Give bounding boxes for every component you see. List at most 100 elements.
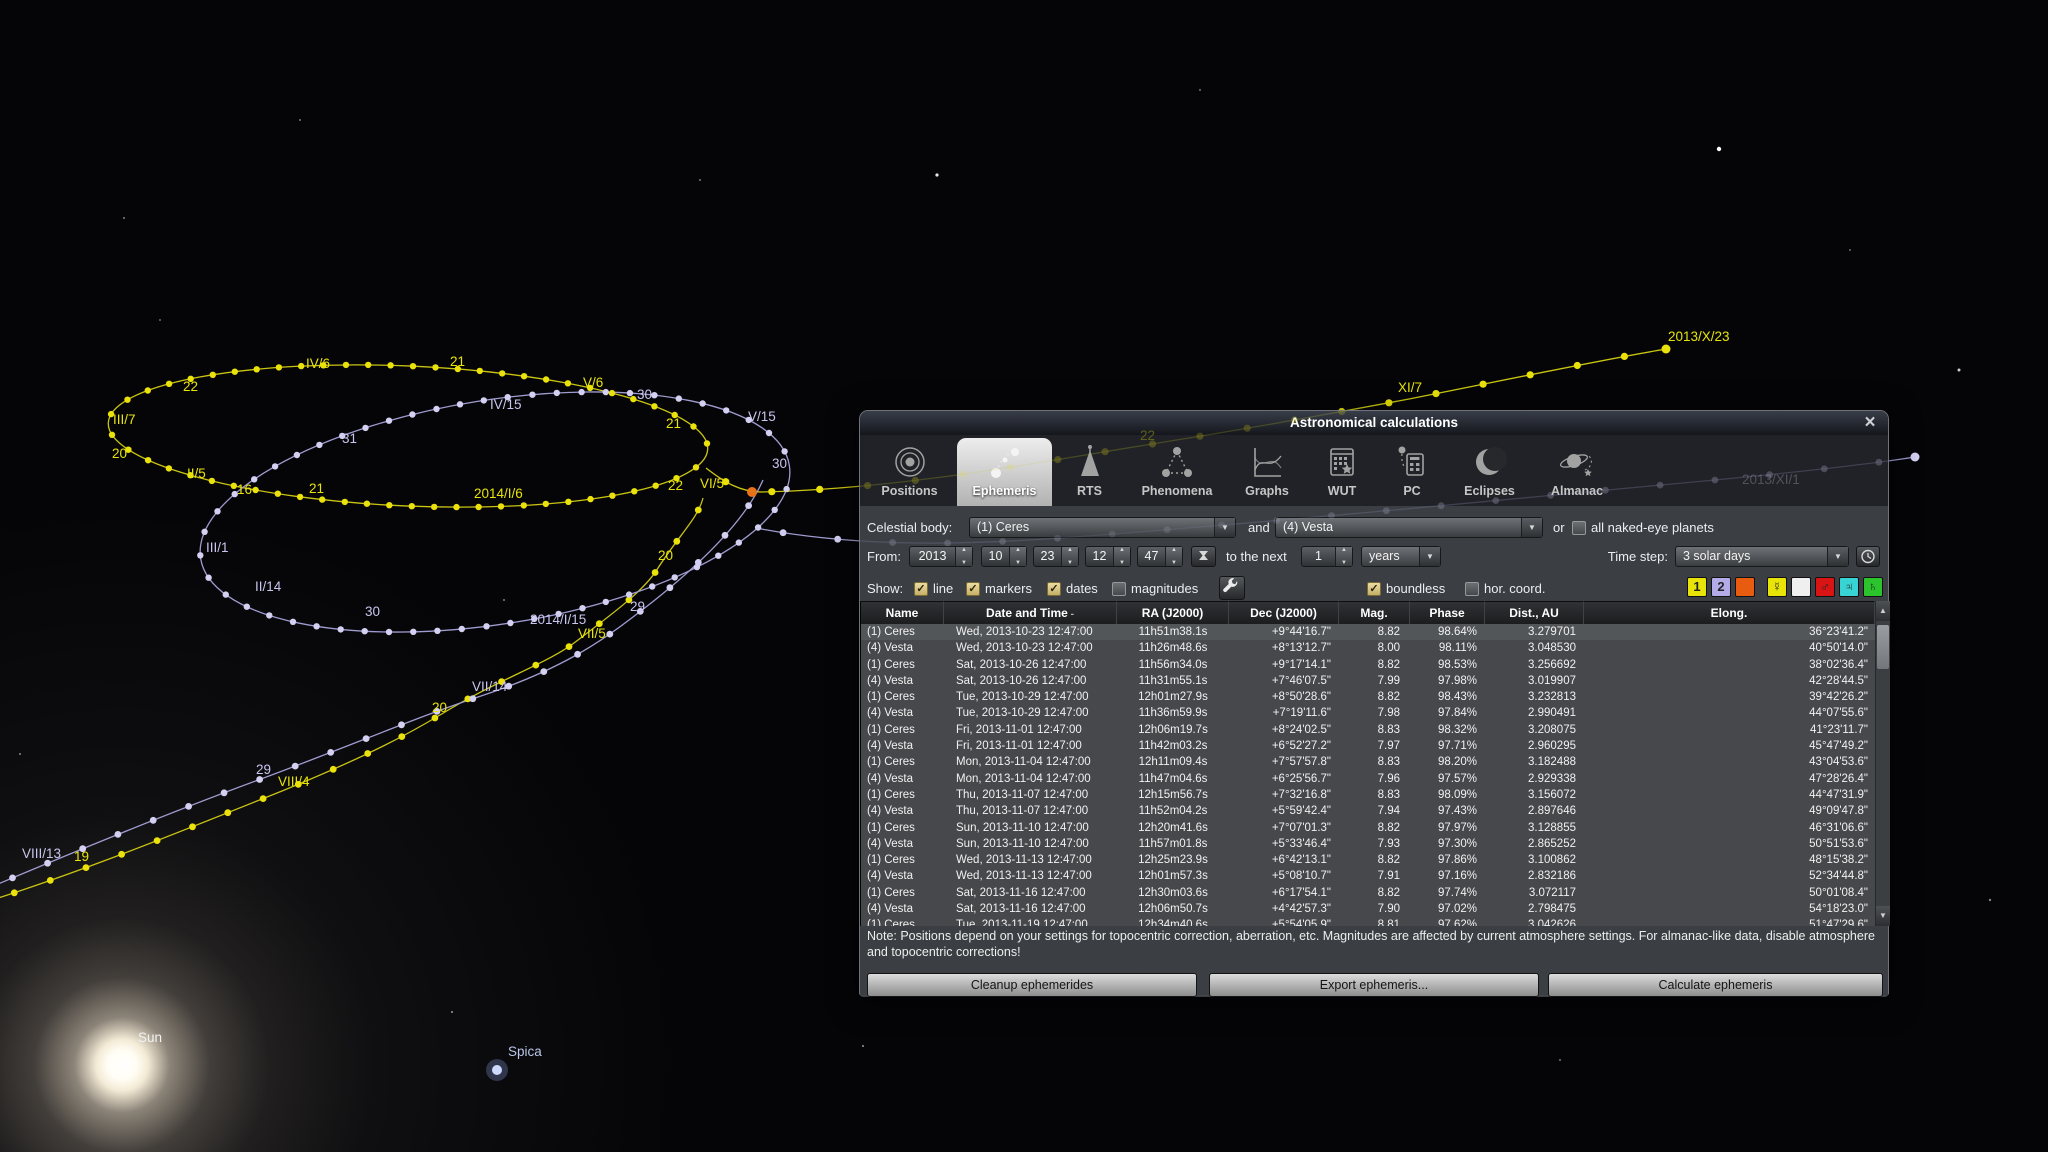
scroll-up-icon[interactable]: ▲ (1876, 601, 1890, 621)
chevron-down-icon[interactable]: ▼ (1214, 518, 1235, 537)
cell: +7°19'11.6" (1229, 705, 1339, 721)
table-row[interactable]: (1) CeresThu, 2013-11-07 12:47:0012h15m5… (861, 787, 1875, 803)
checkbox-unchecked[interactable] (1112, 582, 1126, 596)
show-magnitudes-checkbox[interactable]: magnitudes (1112, 578, 1198, 599)
from-date-part-4[interactable]: 47▲▼ (1137, 546, 1183, 567)
table-row[interactable]: (4) VestaWed, 2013-10-23 12:47:0011h26m4… (861, 640, 1875, 656)
time-step-dropdown[interactable]: 3 solar days ▼ (1675, 546, 1849, 567)
spinner-arrows[interactable]: ▲▼ (1061, 547, 1078, 566)
table-row[interactable]: (4) VestaSat, 2013-10-26 12:47:0011h31m5… (861, 673, 1875, 689)
show-line-checkbox[interactable]: ✓ line (914, 578, 953, 599)
table-row[interactable]: (1) CeresSun, 2013-11-10 12:47:0012h20m4… (861, 820, 1875, 836)
cell: 45°47'49.2" (1584, 738, 1875, 754)
swatch-2[interactable]: 2 (1711, 577, 1731, 597)
swatch-☿[interactable]: ☿ (1767, 577, 1787, 597)
svg-text:30: 30 (772, 456, 787, 471)
table-row[interactable]: (4) VestaSat, 2013-11-16 12:47:0012h06m5… (861, 901, 1875, 917)
table-row[interactable]: (1) CeresMon, 2013-11-04 12:47:0012h11m0… (861, 754, 1875, 770)
cell: Thu, 2013-11-07 12:47:00 (944, 803, 1117, 819)
table-scrollbar[interactable]: ▲ ▼ (1875, 601, 1890, 926)
swatch-2[interactable] (1735, 577, 1755, 597)
column-header-mag-[interactable]: Mag. (1339, 601, 1410, 624)
to-next-stepper[interactable]: 1 ▲▼ (1301, 546, 1353, 567)
horcoord-checkbox[interactable]: hor. coord. (1465, 578, 1545, 599)
tab-wut[interactable]: WUT (1307, 438, 1377, 506)
cell: 2.865252 (1485, 836, 1584, 852)
spin-value: 10 (982, 547, 1009, 566)
table-row[interactable]: (4) VestaWed, 2013-11-13 12:47:0012h01m5… (861, 868, 1875, 884)
cleanup-ephemeridesbutton[interactable]: Cleanup ephemerides (867, 973, 1197, 997)
table-row[interactable]: (1) CeresTue, 2013-10-29 12:47:0012h01m2… (861, 689, 1875, 705)
boundless-checkbox[interactable]: ✓boundless (1367, 578, 1445, 599)
table-row[interactable]: (4) VestaMon, 2013-11-04 12:47:0011h47m0… (861, 771, 1875, 787)
column-header-date-and-time[interactable]: Date and Time - (944, 601, 1117, 624)
scrollbar-thumb[interactable] (1877, 625, 1889, 669)
checkbox-checked[interactable]: ✓ (966, 582, 980, 596)
calculate-ephemerisbutton[interactable]: Calculate ephemeris (1548, 973, 1883, 997)
table-row[interactable]: (1) CeresWed, 2013-11-13 12:47:0012h25m2… (861, 852, 1875, 868)
column-header-ra-j2000-[interactable]: RA (J2000) (1117, 601, 1229, 624)
swatch-♂[interactable]: ♂ (1815, 577, 1835, 597)
tab-pc[interactable]: PC (1377, 438, 1447, 506)
checkbox-label: line (933, 581, 953, 596)
checkbox-checked[interactable]: ✓ (914, 582, 928, 596)
spinner-arrows[interactable]: ▲▼ (1009, 547, 1026, 566)
from-date-part-0[interactable]: 2013▲▼ (909, 546, 973, 567)
chevron-down-icon[interactable]: ▼ (1419, 547, 1440, 566)
tab-ephemeris[interactable]: Ephemeris (957, 438, 1052, 506)
show-dates-checkbox[interactable]: ✓dates (1047, 578, 1098, 599)
show-markers-checkbox[interactable]: ✓markers (966, 578, 1032, 599)
swatch-♄[interactable]: ♄ (1863, 577, 1883, 597)
tab-phenomena[interactable]: Phenomena (1127, 438, 1227, 506)
tab-positions[interactable]: Positions (862, 438, 957, 506)
chevron-down-icon[interactable]: ▼ (1827, 547, 1848, 566)
checkbox-unchecked[interactable] (1572, 521, 1586, 535)
from-date-part-3[interactable]: 12▲▼ (1085, 546, 1131, 567)
column-header-name[interactable]: Name (861, 601, 944, 624)
scroll-down-icon[interactable]: ▼ (1876, 906, 1890, 926)
spinner-arrows[interactable]: ▲▼ (1165, 547, 1182, 566)
body2-dropdown[interactable]: (4) Vesta ▼ (1275, 517, 1543, 538)
spinner-arrows[interactable]: ▲▼ (1113, 547, 1130, 566)
cell: 43°04'53.6" (1584, 754, 1875, 770)
column-header-dec-j2000-[interactable]: Dec (J2000) (1229, 601, 1339, 624)
spinner-arrows[interactable]: ▲▼ (955, 547, 972, 566)
swatch-4[interactable] (1791, 577, 1811, 597)
tab-eclipses[interactable]: Eclipses (1447, 438, 1532, 506)
tab-rts[interactable]: RTS (1052, 438, 1127, 506)
wrench-icon[interactable] (1219, 576, 1245, 600)
body1-dropdown[interactable]: (1) Ceres ▼ (969, 517, 1236, 538)
tab-almanac[interactable]: Almanac (1532, 438, 1622, 506)
table-row[interactable]: (1) CeresFri, 2013-11-01 12:47:0012h06m1… (861, 722, 1875, 738)
to-next-unit-dropdown[interactable]: years ▼ (1361, 546, 1441, 567)
all-naked-eye-planets-checkbox[interactable]: all naked-eye planets (1572, 517, 1714, 538)
spinner-arrows[interactable]: ▲▼ (1335, 547, 1352, 566)
current-time-button[interactable] (1191, 546, 1216, 567)
column-header-elong-[interactable]: Elong. (1584, 601, 1875, 624)
table-row[interactable]: (1) CeresSat, 2013-11-16 12:47:0012h30m0… (861, 885, 1875, 901)
table-row[interactable]: (4) VestaTue, 2013-10-29 12:47:0011h36m5… (861, 705, 1875, 721)
table-row[interactable]: (4) VestaThu, 2013-11-07 12:47:0011h52m0… (861, 803, 1875, 819)
chevron-down-icon[interactable]: ▼ (1521, 518, 1542, 537)
swatch-1[interactable]: 1 (1687, 577, 1707, 597)
table-row[interactable]: (1) CeresWed, 2013-10-23 12:47:0011h51m3… (861, 624, 1875, 640)
close-icon[interactable]: × (1860, 412, 1880, 434)
table-row[interactable]: (4) VestaFri, 2013-11-01 12:47:0011h42m0… (861, 738, 1875, 754)
column-header-dist-au[interactable]: Dist., AU (1485, 601, 1584, 624)
checkbox-checked[interactable]: ✓ (1367, 582, 1381, 596)
from-date-part-1[interactable]: 10▲▼ (981, 546, 1027, 567)
swatch-♃[interactable]: ♃ (1839, 577, 1859, 597)
export-ephemeris-button[interactable]: Export ephemeris... (1209, 973, 1539, 997)
cell: 97.16% (1410, 868, 1485, 884)
column-header-phase[interactable]: Phase (1410, 601, 1485, 624)
table-row[interactable]: (4) VestaSun, 2013-11-10 12:47:0011h57m0… (861, 836, 1875, 852)
tab-graphs[interactable]: Graphs (1227, 438, 1307, 506)
table-row[interactable]: (1) CeresSat, 2013-10-26 12:47:0011h56m3… (861, 657, 1875, 673)
dialog-titlebar[interactable]: Astronomical calculations × (860, 411, 1888, 435)
reset-time-step-button[interactable] (1856, 546, 1880, 567)
from-date-part-2[interactable]: 23▲▼ (1033, 546, 1079, 567)
table-row[interactable]: (1) CeresTue, 2013-11-19 12:47:0012h34m4… (861, 917, 1875, 926)
table-header[interactable]: NameDate and Time -RA (J2000)Dec (J2000)… (861, 601, 1875, 624)
checkbox-unchecked[interactable] (1465, 582, 1479, 596)
checkbox-checked[interactable]: ✓ (1047, 582, 1061, 596)
